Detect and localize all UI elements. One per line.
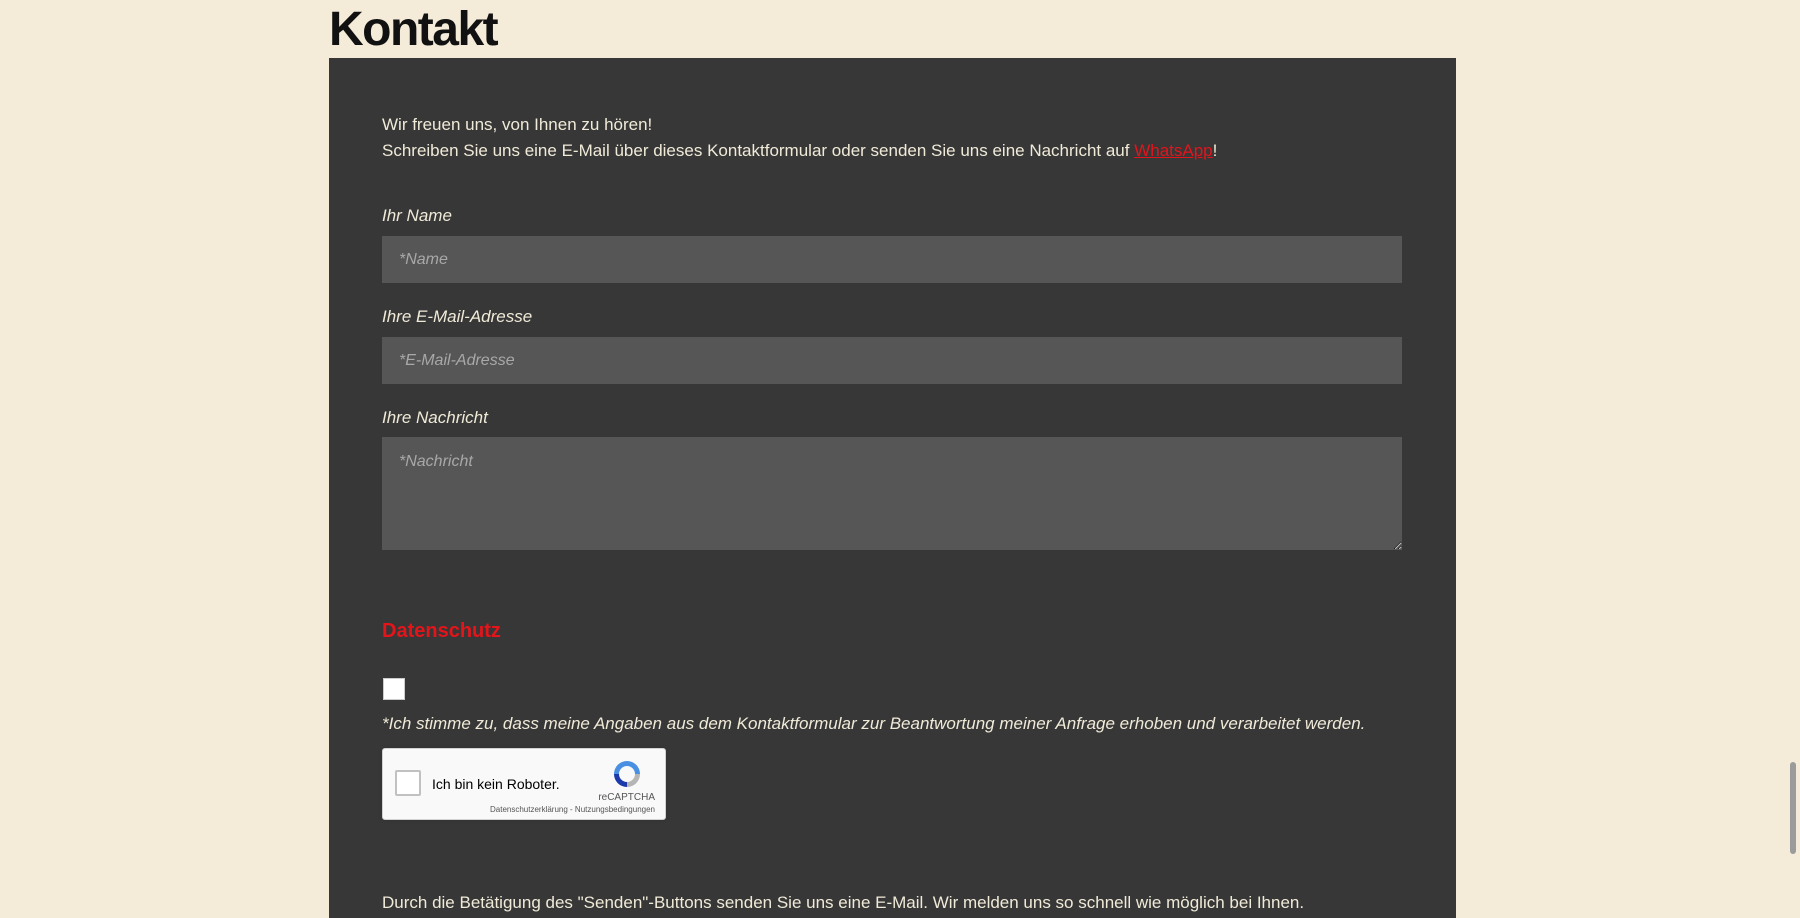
intro-line-2-text: Schreiben Sie uns eine E-Mail über diese…: [382, 141, 1135, 160]
submit-note: Durch die Betätigung des "Senden"-Button…: [382, 893, 1305, 912]
name-input[interactable]: [382, 236, 1402, 283]
email-input[interactable]: [382, 337, 1402, 384]
consent-text: *Ich stimme zu, dass meine Angaben aus d…: [382, 714, 1366, 733]
recaptcha-links[interactable]: Datenschutzerklärung - Nutzungsbedingung…: [490, 805, 655, 814]
recaptcha-brand: reCAPTCHA: [598, 792, 655, 803]
message-label: Ihre Nachricht: [382, 408, 488, 427]
recaptcha-logo-icon: [614, 761, 640, 787]
contact-form-panel: Wir freuen uns, von Ihnen zu hören! Schr…: [329, 58, 1456, 918]
page-title: Kontakt: [329, 3, 499, 56]
intro-line-1: Wir freuen uns, von Ihnen zu hören!: [382, 115, 653, 134]
page-scrollbar[interactable]: [1785, 0, 1800, 906]
intro-line-2-suffix: !: [1212, 141, 1218, 160]
consent-checkbox[interactable]: [383, 678, 405, 700]
recaptcha-label: Ich bin kein Roboter.: [432, 776, 560, 792]
recaptcha-widget: Ich bin kein Roboter. reCAPTCHA Datensch…: [382, 748, 666, 820]
name-label: Ihr Name: [382, 206, 452, 225]
whatsapp-link[interactable]: WhatsApp: [1134, 141, 1212, 160]
email-label: Ihre E-Mail-Adresse: [382, 307, 533, 326]
privacy-heading: Datenschutz: [382, 620, 501, 642]
intro-line-2: Schreiben Sie uns eine E-Mail über diese…: [382, 138, 1432, 164]
scrollbar-thumb[interactable]: [1790, 762, 1796, 854]
message-textarea[interactable]: [382, 437, 1402, 550]
intro-text: Wir freuen uns, von Ihnen zu hören! Schr…: [382, 112, 1432, 164]
recaptcha-checkbox[interactable]: [395, 770, 421, 796]
